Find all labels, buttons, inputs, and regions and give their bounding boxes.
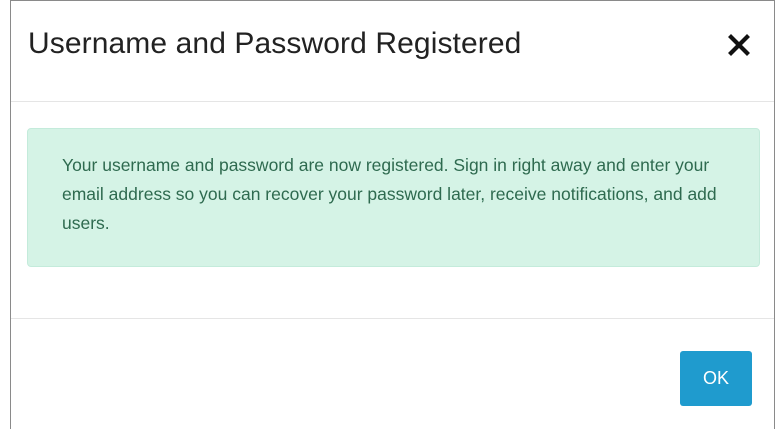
close-button[interactable]: [726, 32, 752, 58]
ok-button[interactable]: OK: [680, 351, 752, 406]
dialog-body: Your username and password are now regis…: [11, 102, 774, 319]
success-alert: Your username and password are now regis…: [27, 128, 760, 267]
dialog-header: Username and Password Registered: [11, 1, 774, 102]
registration-dialog: Username and Password Registered Your us…: [10, 0, 775, 429]
close-icon: [728, 34, 750, 56]
success-message: Your username and password are now regis…: [62, 155, 717, 233]
dialog-title: Username and Password Registered: [28, 27, 522, 60]
